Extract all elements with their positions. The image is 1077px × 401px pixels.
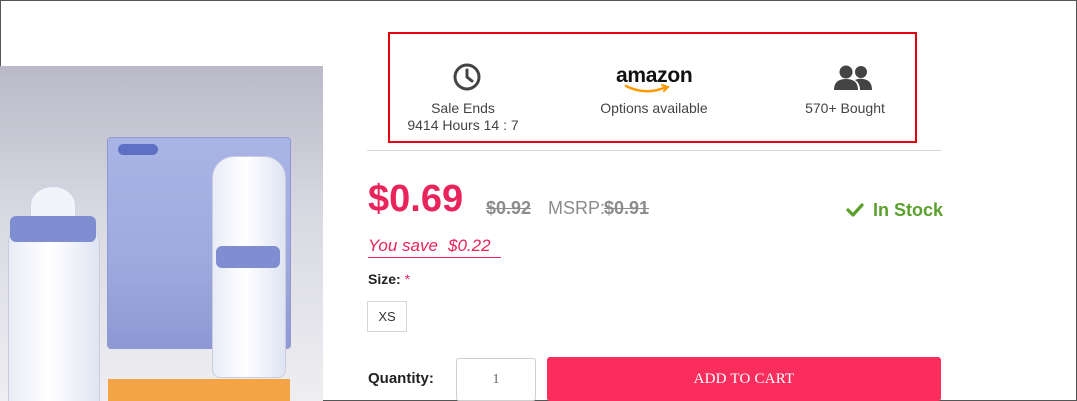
product-image[interactable] (0, 66, 323, 401)
people-icon (833, 64, 873, 97)
you-save-label: You save (368, 236, 438, 255)
size-label-text: Size: (368, 271, 401, 287)
stock-status-text: In Stock (873, 200, 944, 220)
clock-icon (452, 62, 482, 97)
you-save-value: $0.22 (448, 236, 491, 255)
msrp-value: $0.91 (604, 198, 650, 218)
check-icon (846, 200, 869, 220)
bottle-left (8, 216, 100, 401)
current-price: $0.69 (368, 178, 464, 220)
bought-info: 570+ Bought (790, 100, 900, 117)
sale-ends-info: Sale Ends 9414 Hours 14 : 7 (404, 100, 522, 134)
bottle-in-box-cap (216, 246, 280, 268)
required-mark: * (404, 271, 411, 287)
size-label: Size: * (368, 271, 410, 287)
amazon-info: Options available (588, 100, 720, 117)
product-box-stripe (108, 379, 290, 401)
brand-tag (118, 144, 158, 155)
size-option-xs[interactable]: XS (367, 301, 407, 332)
amazon-smile-icon (624, 84, 670, 93)
msrp-label: MSRP: (548, 198, 606, 218)
stock-status: In Stock (846, 200, 943, 221)
amazon-options-label: Options available (600, 100, 708, 116)
divider (367, 150, 941, 151)
bottle-left-cap (10, 216, 96, 242)
add-to-cart-button[interactable]: ADD TO CART (547, 357, 941, 401)
you-save-underline (368, 257, 501, 258)
sale-countdown: 9414 Hours 14 : 7 (407, 117, 519, 133)
quantity-label: Quantity: (368, 370, 434, 387)
bought-count: 570+ Bought (805, 100, 885, 116)
quantity-input[interactable] (456, 358, 536, 401)
old-price: $0.92 (486, 198, 532, 218)
sale-ends-label: Sale Ends (431, 100, 495, 116)
